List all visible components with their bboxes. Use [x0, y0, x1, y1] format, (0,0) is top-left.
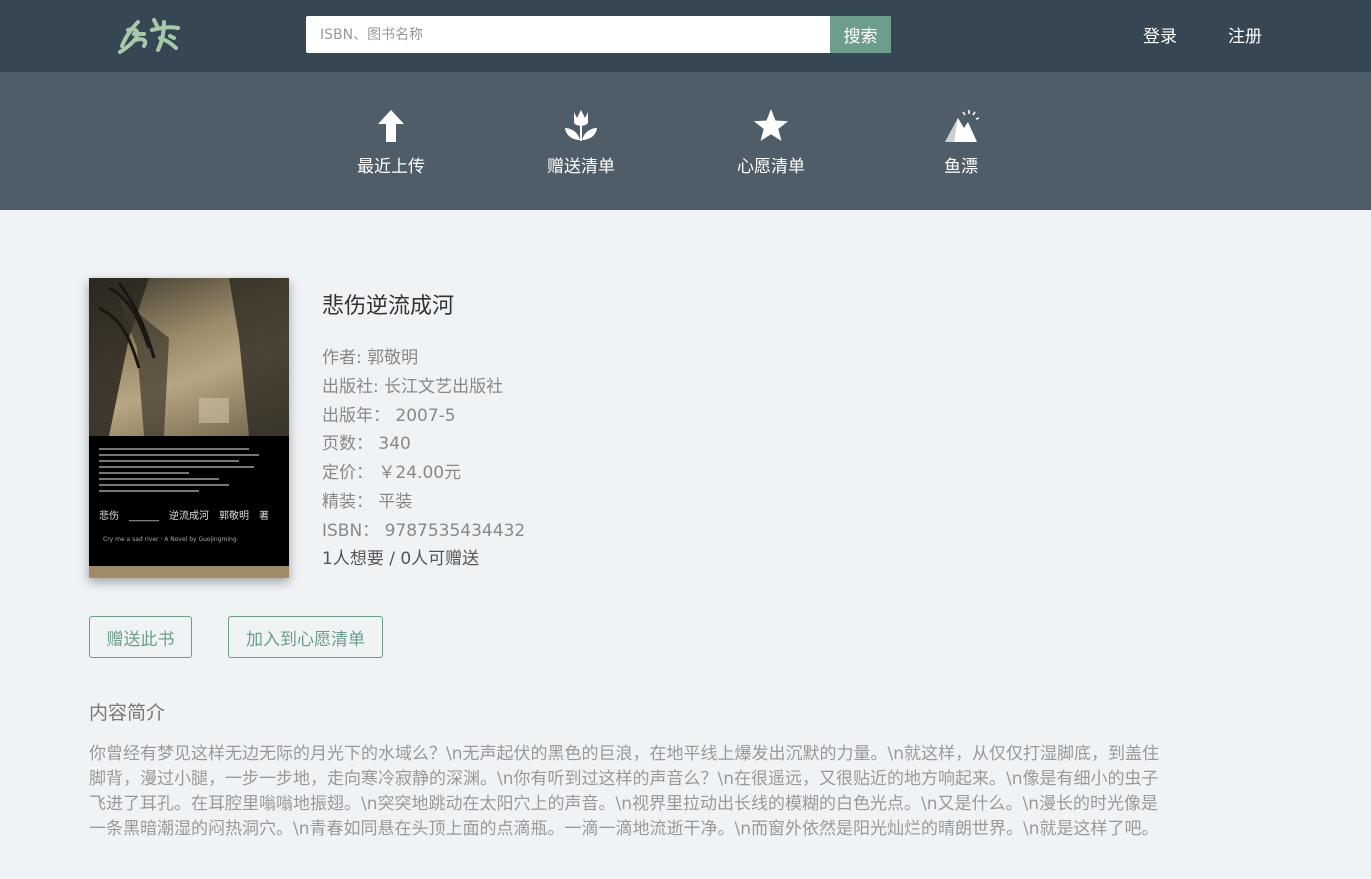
top-header: 搜索 登录 注册 — [0, 0, 1371, 72]
intro-text: 你曾经有梦见这样无边无际的月光下的水域么？\n无声起伏的黑色的巨浪，在地平线上爆… — [89, 744, 1160, 839]
cover-subtitle: Cry me a sad river · A Novel by Guojingm… — [103, 536, 237, 543]
book-publisher: 出版社: 长江文艺出版社 — [322, 377, 504, 397]
category-label: 心愿清单 — [737, 157, 805, 177]
mountain-icon — [941, 106, 981, 146]
add-to-wishlist-button[interactable]: 加入到心愿清单 — [228, 616, 383, 658]
book-isbn: ISBN： 9787535434432 — [322, 521, 526, 541]
logo[interactable] — [114, 8, 186, 58]
cover-photo — [89, 278, 289, 436]
category-label: 鱼漂 — [944, 157, 978, 177]
register-link[interactable]: 注册 — [1228, 22, 1262, 47]
logo-icon — [118, 18, 180, 54]
category-fish-float[interactable]: 鱼漂 — [911, 106, 1011, 177]
up-arrow-icon — [371, 106, 411, 146]
search-button[interactable]: 搜索 — [830, 16, 891, 53]
login-link[interactable]: 登录 — [1143, 22, 1177, 47]
book-price: 定价： ￥24.00元 — [322, 463, 462, 483]
book-pages: 页数： 340 — [322, 434, 411, 454]
category-bar: 最近上传 赠送清单 心愿清单 鱼漂 — [0, 72, 1371, 210]
category-label: 赠送清单 — [547, 157, 615, 177]
book-title: 悲伤逆流成河 — [322, 294, 455, 319]
star-icon — [751, 106, 791, 146]
book-binding: 精装： 平装 — [322, 492, 413, 512]
category-label: 最近上传 — [357, 157, 425, 177]
give-book-button[interactable]: 赠送此书 — [89, 616, 192, 658]
book-pubdate: 出版年： 2007-5 — [322, 406, 456, 426]
flower-icon — [561, 106, 601, 146]
search-input[interactable] — [306, 16, 830, 53]
cover-footer-strip — [89, 566, 289, 578]
cover-text-lines — [99, 448, 259, 496]
cover-title: 悲伤 ______ 逆流成河 郭敬明 著 — [99, 511, 269, 522]
category-recent-upload[interactable]: 最近上传 — [341, 106, 441, 177]
book-author: 作者: 郭敬明 — [322, 348, 419, 368]
intro-heading: 内容简介 — [89, 702, 166, 724]
category-gift-list[interactable]: 赠送清单 — [531, 106, 631, 177]
category-wish-list[interactable]: 心愿清单 — [721, 106, 821, 177]
book-wish-stats: 1人想要 / 0人可赠送 — [322, 549, 480, 569]
book-cover: 悲伤 ______ 逆流成河 郭敬明 著 Cry me a sad river … — [89, 278, 289, 578]
